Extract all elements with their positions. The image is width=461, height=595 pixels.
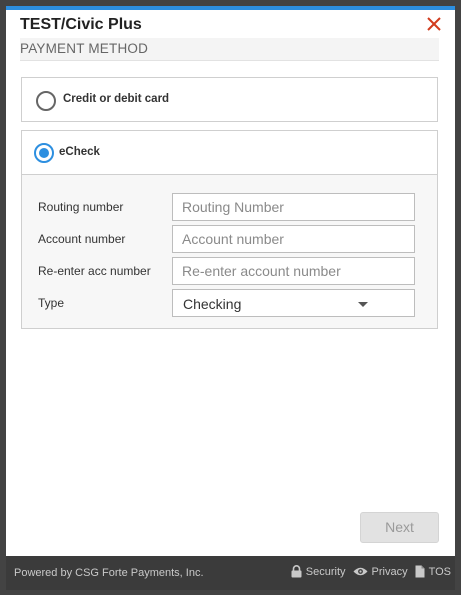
chevron-down-icon xyxy=(358,302,368,307)
account-type-select[interactable]: Checking xyxy=(172,289,415,317)
next-button[interactable]: Next xyxy=(360,512,439,543)
section-header: PAYMENT METHOD xyxy=(20,38,439,61)
reenter-account-label: Re-enter acc number xyxy=(38,264,151,278)
routing-row: Routing number xyxy=(22,193,437,221)
tos-label: TOS xyxy=(428,565,451,578)
payment-dialog: TEST/Civic Plus PAYMENT METHOD Credit or… xyxy=(6,6,455,556)
reenter-row: Re-enter acc number xyxy=(22,257,437,285)
routing-number-input[interactable] xyxy=(172,193,415,221)
account-row: Account number xyxy=(22,225,437,253)
type-row: Type Checking xyxy=(22,289,437,317)
account-number-input[interactable] xyxy=(172,225,415,253)
credit-card-label: Credit or debit card xyxy=(63,93,170,105)
echeck-label: eCheck xyxy=(59,146,100,158)
close-icon xyxy=(427,17,441,31)
type-label: Type xyxy=(38,296,65,310)
powered-by-text: Powered by CSG Forte Payments, Inc. xyxy=(14,567,204,579)
eye-icon xyxy=(353,567,368,576)
security-label: Security xyxy=(305,565,346,578)
echeck-option[interactable]: eCheck xyxy=(21,130,438,174)
echeck-form: Routing number Account number Re-enter a… xyxy=(21,174,438,329)
privacy-link[interactable]: Privacy xyxy=(353,566,408,578)
account-type-value: Checking xyxy=(183,296,242,312)
credit-card-radio[interactable] xyxy=(36,91,56,111)
dialog-title: TEST/Civic Plus xyxy=(20,16,142,33)
tos-link[interactable]: TOS xyxy=(415,565,451,578)
reenter-account-input[interactable] xyxy=(172,257,415,285)
footer-links: Security Privacy TOS xyxy=(291,565,451,578)
privacy-label: Privacy xyxy=(371,565,408,578)
echeck-radio[interactable] xyxy=(34,143,54,163)
document-icon xyxy=(415,565,425,578)
credit-card-option[interactable]: Credit or debit card xyxy=(21,77,438,122)
security-link[interactable]: Security xyxy=(291,565,346,578)
lock-icon xyxy=(291,565,302,578)
routing-number-label: Routing number xyxy=(38,200,124,214)
close-button[interactable] xyxy=(425,15,443,33)
footer: Powered by CSG Forte Payments, Inc. Secu… xyxy=(6,556,455,590)
account-number-label: Account number xyxy=(38,232,126,246)
